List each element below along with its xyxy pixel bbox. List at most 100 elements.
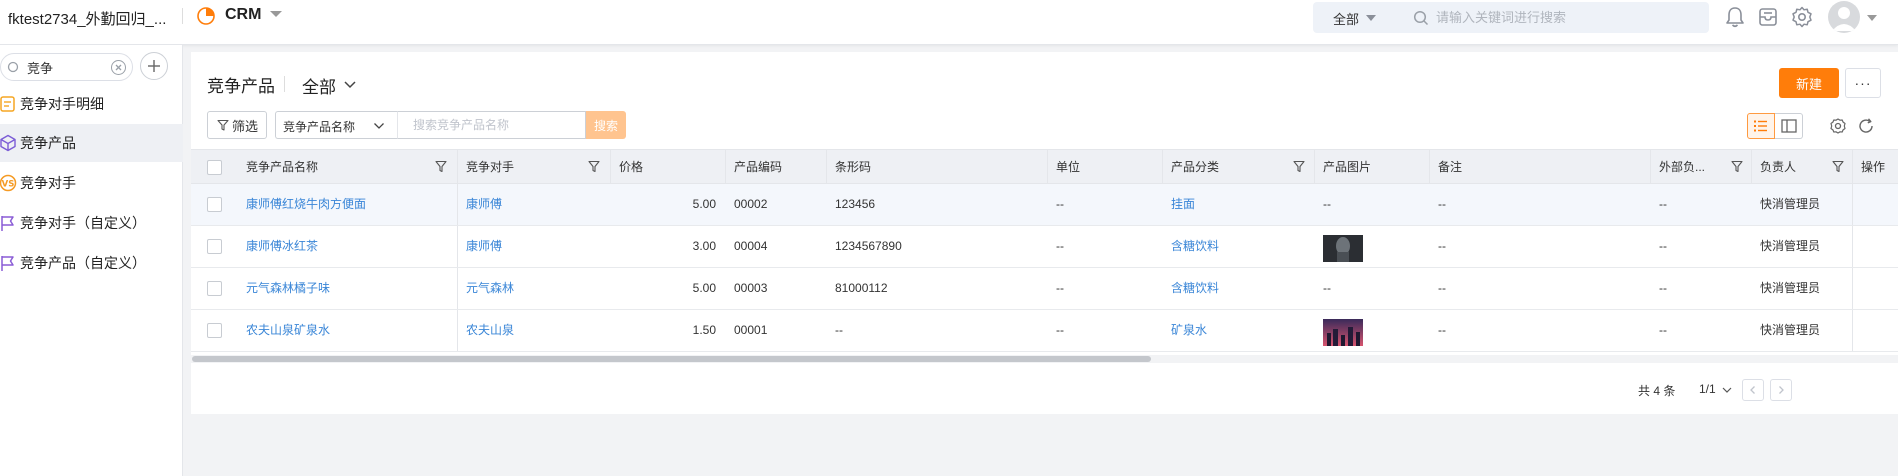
filter-icon[interactable] [435, 160, 447, 173]
column-header[interactable]: 产品图片 [1315, 150, 1430, 184]
code-cell: 00004 [734, 239, 768, 253]
product-name-link[interactable]: 农夫山泉矿泉水 [238, 310, 458, 351]
global-search-input[interactable] [1436, 6, 1696, 29]
unit-cell: -- [1056, 239, 1064, 253]
sidebar-item-rival[interactable]: VS 竞争对手 [0, 164, 183, 202]
rival-link[interactable]: 元气森林 [458, 268, 611, 309]
select-all-checkbox[interactable] [207, 160, 222, 175]
row-checkbox[interactable] [207, 197, 222, 212]
product-name-link[interactable]: 元气森林橘子味 [238, 268, 458, 309]
card-view-button[interactable] [1775, 113, 1803, 139]
column-header[interactable]: 外部负... [1651, 150, 1752, 184]
owner-cell: 快消管理员 [1752, 184, 1853, 225]
clear-icon[interactable] [111, 60, 126, 75]
more-button[interactable]: ··· [1845, 68, 1881, 98]
column-header: 操作 [1861, 160, 1886, 174]
table-row[interactable]: 农夫山泉矿泉水 农夫山泉 1.50 00001 -- -- 矿泉水 -- -- … [191, 310, 1898, 352]
search-scope-select[interactable]: 全部 [1333, 9, 1359, 28]
price-cell: 5.00 [692, 197, 716, 211]
scrollbar-thumb[interactable] [192, 356, 1151, 362]
crm-title[interactable]: CRM [225, 6, 261, 24]
list-view-button[interactable] [1747, 113, 1775, 139]
close-icon [115, 64, 122, 71]
prev-page-button[interactable] [1742, 379, 1764, 401]
table-row[interactable]: 康师傅冰红茶 康师傅 3.00 00004 1234567890 -- 含糖饮料… [191, 226, 1898, 268]
row-checkbox[interactable] [207, 239, 222, 254]
product-name-link[interactable]: 康师傅红烧牛肉方便面 [238, 184, 458, 225]
sidebar-search [0, 53, 133, 81]
column-header[interactable]: 价格 [611, 150, 726, 184]
sidebar-item-rival-product-custom[interactable]: 竞争产品（自定义） [0, 244, 183, 282]
code-cell: 00003 [734, 281, 768, 295]
sidebar-item-label: 竞争对手明细 [20, 96, 104, 112]
search-field-select[interactable]: 竞争产品名称 [275, 111, 397, 139]
row-checkbox[interactable] [207, 323, 222, 338]
horizontal-scrollbar[interactable] [191, 355, 1898, 363]
page-select[interactable]: 1/1 [1699, 382, 1716, 396]
next-page-button[interactable] [1770, 379, 1792, 401]
row-checkbox[interactable] [207, 281, 222, 296]
barcode-cell: -- [835, 323, 843, 337]
crm-logo-icon [197, 7, 215, 25]
chevron-down-icon[interactable] [1366, 15, 1376, 21]
column-header[interactable]: 负责人 [1752, 150, 1853, 184]
rival-link[interactable]: 康师傅 [458, 226, 611, 267]
column-header[interactable]: 竞争产品名称 [238, 150, 458, 184]
svg-text:VS: VS [2, 180, 15, 190]
product-image-thumbnail[interactable] [1323, 235, 1363, 262]
chevron-down-icon[interactable] [270, 11, 282, 17]
filter-icon[interactable] [1832, 160, 1844, 173]
app-name[interactable]: fktest2734_外勤回归_... [8, 8, 166, 29]
settings-icon[interactable] [1826, 114, 1850, 138]
search-input[interactable] [397, 111, 586, 139]
product-name-link[interactable]: 康师傅冰红茶 [238, 226, 458, 267]
column-header[interactable]: 产品编码 [726, 150, 827, 184]
table-row[interactable]: 元气森林橘子味 元气森林 5.00 00003 81000112 -- 含糖饮料… [191, 268, 1898, 310]
new-button[interactable]: 新建 [1779, 68, 1839, 98]
chevron-down-icon [374, 123, 384, 129]
filter-icon[interactable] [588, 160, 600, 173]
external-owner-cell: -- [1659, 239, 1667, 253]
view-select[interactable]: 全部 [302, 73, 336, 98]
external-owner-cell: -- [1659, 197, 1667, 211]
sidebar-item-rival-detail[interactable]: 竞争对手明细 [0, 85, 183, 123]
barcode-cell: 81000112 [835, 281, 888, 295]
sidebar-item-rival-custom[interactable]: 竞争对手（自定义） [0, 204, 183, 242]
product-image-thumbnail[interactable] [1323, 319, 1363, 346]
rival-link[interactable]: 康师傅 [458, 184, 611, 225]
search-button[interactable]: 搜索 [586, 111, 626, 139]
code-cell: 00002 [734, 197, 768, 211]
add-button[interactable] [140, 52, 168, 80]
filter-icon[interactable] [1731, 160, 1743, 173]
unit-cell: -- [1056, 197, 1064, 211]
sidebar-item-label: 竞争产品（自定义） [20, 255, 146, 271]
refresh-icon[interactable] [1854, 114, 1878, 138]
chevron-down-icon[interactable] [1867, 15, 1877, 21]
avatar[interactable] [1828, 1, 1860, 33]
chevron-down-icon[interactable] [343, 80, 357, 90]
filter-icon[interactable] [1293, 160, 1305, 173]
search-icon [7, 61, 19, 73]
gear-icon[interactable] [1789, 4, 1815, 30]
inbox-icon[interactable] [1755, 4, 1781, 30]
category-link[interactable]: 含糖饮料 [1163, 268, 1315, 309]
filter-button[interactable]: 筛选 [207, 111, 267, 139]
table-row[interactable]: 康师傅红烧牛肉方便面 康师傅 5.00 00002 123456 -- 挂面 -… [191, 184, 1898, 226]
bell-icon[interactable] [1722, 4, 1748, 30]
sidebar-search-input[interactable] [27, 58, 107, 76]
column-header[interactable]: 竞争对手 [458, 150, 611, 184]
data-table: 竞争产品名称 竞争对手 价格 产品编码 条形码 单位 产品分类 产品图片 备注 … [191, 149, 1898, 365]
sidebar-item-rival-product[interactable]: 竞争产品 [0, 124, 183, 162]
column-header[interactable]: 条形码 [827, 150, 1048, 184]
category-link[interactable]: 矿泉水 [1163, 310, 1315, 351]
category-link[interactable]: 挂面 [1163, 184, 1315, 225]
divider [284, 76, 285, 92]
image-cell: -- [1323, 197, 1331, 211]
category-link[interactable]: 含糖饮料 [1163, 226, 1315, 267]
column-header[interactable]: 备注 [1430, 150, 1651, 184]
chevron-down-icon[interactable] [1722, 387, 1732, 394]
user-icon [1832, 7, 1856, 31]
column-header[interactable]: 产品分类 [1163, 150, 1315, 184]
column-header[interactable]: 单位 [1048, 150, 1163, 184]
rival-link[interactable]: 农夫山泉 [458, 310, 611, 351]
